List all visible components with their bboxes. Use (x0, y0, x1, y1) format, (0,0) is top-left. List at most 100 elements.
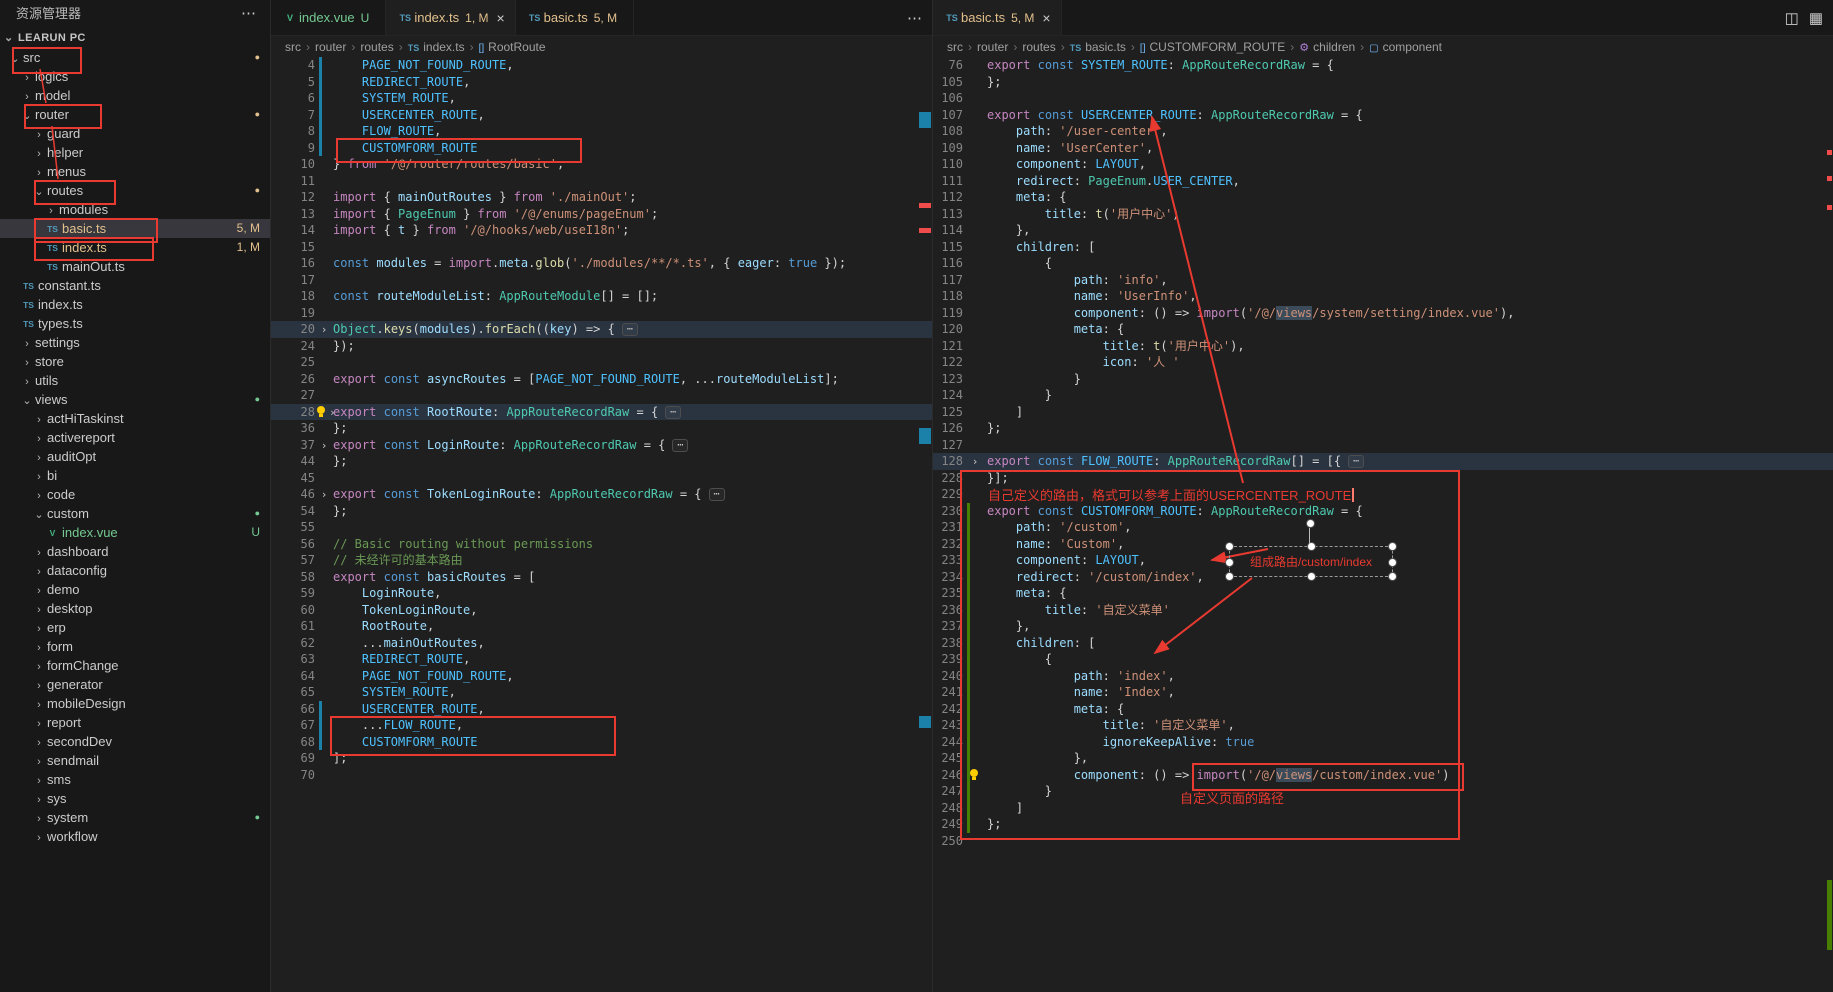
code-line-36[interactable]: 36}; (271, 420, 932, 437)
code-line-61[interactable]: 61 RootRoute, (271, 618, 932, 635)
editor-layout-icon[interactable]: ▦ (1809, 9, 1823, 27)
code-line-122[interactable]: 122 icon: '人 ' (933, 354, 1833, 371)
tree-file-basic.ts[interactable]: TSbasic.ts5, M (0, 219, 270, 238)
code-line-44[interactable]: 44}; (271, 453, 932, 470)
tab-index.vue[interactable]: Vindex.vueU (271, 0, 386, 35)
tree-folder-src[interactable]: ⌄src● (0, 48, 270, 67)
folded-region-pill[interactable]: ⋯ (622, 323, 638, 336)
breadcrumb-item[interactable]: src (947, 40, 963, 54)
tab-basic.ts[interactable]: TSbasic.ts5, M (516, 0, 634, 35)
folded-region-pill[interactable]: ⋯ (1348, 455, 1364, 468)
code-line-248[interactable]: 248 ] (933, 800, 1833, 817)
code-line-107[interactable]: 107export const USERCENTER_ROUTE: AppRou… (933, 107, 1833, 124)
code-line-76[interactable]: 76export const SYSTEM_ROUTE: AppRouteRec… (933, 57, 1833, 74)
tree-folder-report[interactable]: ›report (0, 713, 270, 732)
code-line-117[interactable]: 117 path: 'info', (933, 272, 1833, 289)
tree-folder-sms[interactable]: ›sms (0, 770, 270, 789)
code-line-9[interactable]: 9 CUSTOMFORM_ROUTE (271, 140, 932, 157)
code-line-5[interactable]: 5 REDIRECT_ROUTE, (271, 74, 932, 91)
code-line-55[interactable]: 55 (271, 519, 932, 536)
breadcrumb-item[interactable]: RootRoute (488, 40, 545, 54)
code-line-57[interactable]: 57// 未经许可的基本路由 (271, 552, 932, 569)
code-line-125[interactable]: 125 ] (933, 404, 1833, 421)
breadcrumb-item[interactable]: routes (1022, 40, 1055, 54)
tree-folder-desktop[interactable]: ›desktop (0, 599, 270, 618)
code-line-249[interactable]: 249}; (933, 816, 1833, 833)
code-line-231[interactable]: 231 path: '/custom', (933, 519, 1833, 536)
code-line-239[interactable]: 239 { (933, 651, 1833, 668)
code-line-4[interactable]: 4 PAGE_NOT_FOUND_ROUTE, (271, 57, 932, 74)
code-line-109[interactable]: 109 name: 'UserCenter', (933, 140, 1833, 157)
tree-file-constant.ts[interactable]: TSconstant.ts (0, 276, 270, 295)
code-line-56[interactable]: 56// Basic routing without permissions (271, 536, 932, 553)
tree-folder-menus[interactable]: ›menus (0, 162, 270, 181)
tree-folder-utils[interactable]: ›utils (0, 371, 270, 390)
tree-file-index.vue[interactable]: Vindex.vueU (0, 523, 270, 542)
code-line-236[interactable]: 236 title: '自定义菜单' (933, 602, 1833, 619)
code-line-64[interactable]: 64 PAGE_NOT_FOUND_ROUTE, (271, 668, 932, 685)
folded-region-pill[interactable]: ⋯ (709, 488, 725, 501)
tree-folder-demo[interactable]: ›demo (0, 580, 270, 599)
code-line-105[interactable]: 105}; (933, 74, 1833, 91)
breadcrumb-item[interactable]: component (1383, 40, 1442, 54)
tree-folder-sendmail[interactable]: ›sendmail (0, 751, 270, 770)
close-icon[interactable]: × (496, 10, 504, 26)
more-actions-icon[interactable]: ⋯ (907, 9, 922, 27)
breadcrumb-item[interactable]: src (285, 40, 301, 54)
code-line-70[interactable]: 70 (271, 767, 932, 784)
code-line-110[interactable]: 110 component: LAYOUT, (933, 156, 1833, 173)
tree-file-types.ts[interactable]: TStypes.ts (0, 314, 270, 333)
code-line-245[interactable]: 245 }, (933, 750, 1833, 767)
tree-folder-views[interactable]: ⌄views● (0, 390, 270, 409)
tree-folder-store[interactable]: ›store (0, 352, 270, 371)
code-line-10[interactable]: 10} from '/@/router/routes/basic'; (271, 156, 932, 173)
more-actions-icon[interactable]: ⋯ (241, 0, 256, 28)
close-icon[interactable]: × (1042, 10, 1050, 26)
code-line-124[interactable]: 124 } (933, 387, 1833, 404)
code-line-123[interactable]: 123 } (933, 371, 1833, 388)
tree-folder-activereport[interactable]: ›activereport (0, 428, 270, 447)
code-line-234[interactable]: 234 redirect: '/custom/index', (933, 569, 1833, 586)
code-line-12[interactable]: 12import { mainOutRoutes } from './mainO… (271, 189, 932, 206)
code-line-115[interactable]: 115 children: [ (933, 239, 1833, 256)
folded-region-pill[interactable]: ⋯ (672, 439, 688, 452)
code-line-244[interactable]: 244 ignoreKeepAlive: true (933, 734, 1833, 751)
breadcrumb-item[interactable]: routes (360, 40, 393, 54)
code-line-118[interactable]: 118 name: 'UserInfo', (933, 288, 1833, 305)
tree-folder-actHiTaskinst[interactable]: ›actHiTaskinst (0, 409, 270, 428)
code-line-114[interactable]: 114 }, (933, 222, 1833, 239)
code-line-6[interactable]: 6 SYSTEM_ROUTE, (271, 90, 932, 107)
code-line-250[interactable]: 250 (933, 833, 1833, 850)
code-line-121[interactable]: 121 title: t('用户中心'), (933, 338, 1833, 355)
code-line-66[interactable]: 66 USERCENTER_ROUTE, (271, 701, 932, 718)
tree-folder-helper[interactable]: ›helper (0, 143, 270, 162)
code-line-14[interactable]: 14import { t } from '/@/hooks/web/useI18… (271, 222, 932, 239)
workspace-header[interactable]: ⌄ LEARUN PC (0, 28, 270, 48)
code-line-37[interactable]: 37›export const LoginRoute: AppRouteReco… (271, 437, 932, 454)
tab-index.ts[interactable]: TSindex.ts1, M× (386, 0, 515, 35)
tree-folder-erp[interactable]: ›erp (0, 618, 270, 637)
code-area-0[interactable]: 4 PAGE_NOT_FOUND_ROUTE,5 REDIRECT_ROUTE,… (271, 57, 932, 992)
code-line-19[interactable]: 19 (271, 305, 932, 322)
code-line-247[interactable]: 247 } (933, 783, 1833, 800)
tree-folder-system[interactable]: ›system● (0, 808, 270, 827)
tree-folder-settings[interactable]: ›settings (0, 333, 270, 352)
code-line-238[interactable]: 238 children: [ (933, 635, 1833, 652)
tree-folder-model[interactable]: ›model (0, 86, 270, 105)
code-line-229[interactable]: 229 (933, 486, 1833, 503)
folded-region-pill[interactable]: ⋯ (665, 406, 681, 419)
tree-folder-code[interactable]: ›code (0, 485, 270, 504)
overview-ruler-1[interactable] (1819, 57, 1833, 992)
code-line-67[interactable]: 67 ...FLOW_ROUTE, (271, 717, 932, 734)
tree-folder-sys[interactable]: ›sys (0, 789, 270, 808)
fold-chevron-icon[interactable]: › (321, 439, 328, 452)
breadcrumb-item[interactable]: router (315, 40, 346, 54)
breadcrumb-item[interactable]: basic.ts (1085, 40, 1126, 54)
code-line-233[interactable]: 233 component: LAYOUT, (933, 552, 1833, 569)
code-line-108[interactable]: 108 path: '/user-center', (933, 123, 1833, 140)
tree-file-index.ts[interactable]: TSindex.ts (0, 295, 270, 314)
tree-folder-logics[interactable]: ›logics (0, 67, 270, 86)
code-line-15[interactable]: 15 (271, 239, 932, 256)
code-line-11[interactable]: 11 (271, 173, 932, 190)
code-line-116[interactable]: 116 { (933, 255, 1833, 272)
